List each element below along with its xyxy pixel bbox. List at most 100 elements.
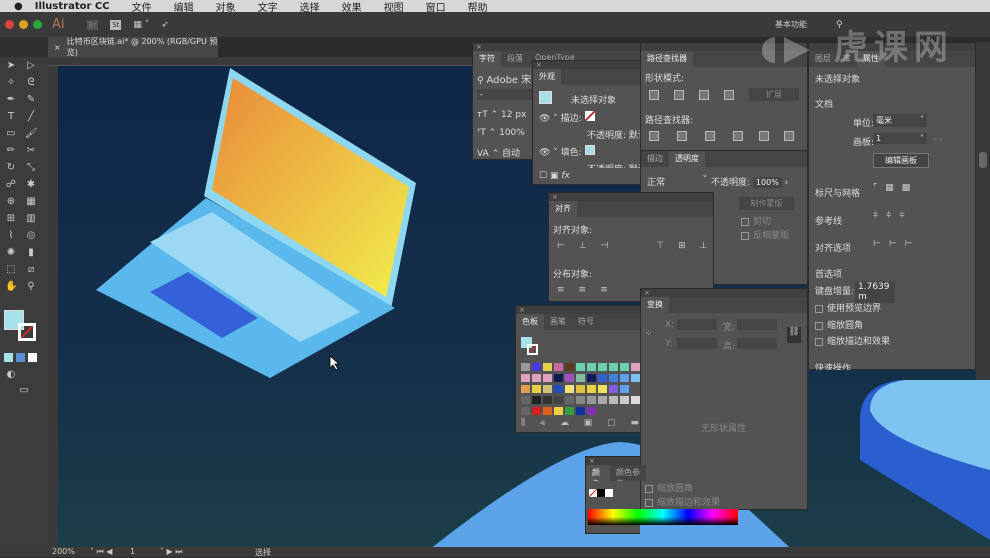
- swatch-stroke[interactable]: [527, 344, 538, 355]
- fx-icon[interactable]: fx: [561, 171, 570, 181]
- warp-icon[interactable]: ☍: [5, 179, 17, 191]
- menu-view[interactable]: 视图: [384, 0, 404, 13]
- artboard-nav-arrows[interactable]: ‹ ›: [933, 135, 943, 145]
- swatch-library-buttons[interactable]: ⫼ ⪡ ☁ ▣ ▢ ▬: [521, 418, 645, 428]
- merge-icon[interactable]: [705, 131, 715, 141]
- selection-tool-icon[interactable]: ➤: [5, 60, 17, 72]
- swatch[interactable]: [576, 363, 585, 371]
- use-preview-bounds-checkbox[interactable]: [815, 304, 823, 313]
- constrain-proportions-icon[interactable]: ⛓: [787, 327, 801, 343]
- swatch[interactable]: [598, 396, 607, 404]
- swatch[interactable]: [532, 407, 541, 415]
- swatch[interactable]: [587, 374, 596, 382]
- close-window-button[interactable]: [5, 20, 14, 29]
- hand-tool-icon[interactable]: ✋: [5, 281, 17, 293]
- menu-window[interactable]: 窗口: [426, 0, 446, 13]
- swatch[interactable]: [609, 385, 618, 393]
- arrange-documents-icon[interactable]: ▦ ˅: [133, 20, 149, 30]
- scissors-icon[interactable]: ✂: [25, 145, 37, 157]
- swatch[interactable]: [565, 363, 574, 371]
- zoom-tool-icon[interactable]: ⚲: [25, 281, 37, 293]
- swatch[interactable]: [532, 385, 541, 393]
- reference-point-icon[interactable]: ⁘: [645, 329, 653, 339]
- distribute-buttons[interactable]: ≡≡≡: [557, 285, 622, 295]
- gpu-performance-icon[interactable]: ➶: [161, 20, 169, 30]
- swatch[interactable]: [587, 396, 596, 404]
- swatch[interactable]: [620, 396, 629, 404]
- swatch[interactable]: [565, 396, 574, 404]
- stroke-label[interactable]: 描边:: [561, 114, 582, 124]
- invert-mask-checkbox[interactable]: [741, 231, 749, 240]
- edit-artboards-button[interactable]: 编辑画板: [873, 153, 929, 168]
- swatch[interactable]: [620, 363, 629, 371]
- ruler-grid-buttons[interactable]: ⌜▦▩: [873, 183, 918, 193]
- opacity-field[interactable]: 100%: [752, 177, 782, 188]
- swatch[interactable]: [554, 396, 563, 404]
- exclude-icon[interactable]: [724, 90, 734, 100]
- maximize-window-button[interactable]: [33, 20, 42, 29]
- tab-transform[interactable]: 变换: [641, 297, 669, 313]
- swatch[interactable]: [521, 396, 530, 404]
- swatch[interactable]: [521, 363, 530, 371]
- tracking-field[interactable]: 自动: [502, 149, 520, 159]
- scale-corners-checkbox[interactable]: [645, 484, 653, 493]
- swatch[interactable]: [521, 407, 530, 415]
- keyboard-increment-field[interactable]: 1.7639 m: [855, 281, 895, 303]
- perspective-grid-icon[interactable]: ▦: [25, 196, 37, 208]
- direct-selection-tool-icon[interactable]: ▷: [25, 60, 37, 72]
- swatch[interactable]: [565, 374, 574, 382]
- zoom-level[interactable]: 200%: [52, 547, 75, 556]
- swatch[interactable]: [587, 385, 596, 393]
- document-tab[interactable]: × 比特币区块链.ai* @ 200% (RGB/GPU 预览): [48, 37, 218, 57]
- swatch[interactable]: [554, 374, 563, 382]
- opacity-arrow[interactable]: ›: [785, 178, 789, 188]
- clip-checkbox[interactable]: [741, 217, 749, 226]
- blend-mode-select[interactable]: 正常 ˅: [647, 175, 707, 188]
- crop-icon[interactable]: [733, 131, 743, 141]
- intersect-icon[interactable]: [699, 90, 709, 100]
- bridge-button[interactable]: Br: [86, 19, 99, 30]
- swatch[interactable]: [565, 385, 574, 393]
- tab-color[interactable]: 颜色: [586, 465, 610, 481]
- scale-icon[interactable]: ⤡: [25, 162, 37, 174]
- stroke-swatch[interactable]: [584, 111, 595, 121]
- artboard-number[interactable]: 1: [130, 547, 135, 556]
- swatch[interactable]: [576, 396, 585, 404]
- gradient-icon[interactable]: ▥: [25, 213, 37, 225]
- rectangle-tool-icon[interactable]: ▭: [5, 128, 17, 140]
- menu-type[interactable]: 文字: [258, 0, 278, 13]
- magic-wand-icon[interactable]: ✧: [5, 77, 17, 89]
- guide-buttons[interactable]: ⫩⫩⫩: [873, 211, 913, 221]
- swatch[interactable]: [576, 407, 585, 415]
- menu-help[interactable]: 帮助: [468, 0, 488, 13]
- panel-header[interactable]: ×: [586, 457, 640, 465]
- swatch[interactable]: [565, 407, 574, 415]
- tab-symbols[interactable]: 符号: [572, 314, 600, 330]
- swatch[interactable]: [521, 385, 530, 393]
- tab-transparency[interactable]: 透明度: [669, 151, 705, 167]
- swatch[interactable]: [576, 374, 585, 382]
- swatch[interactable]: [521, 374, 530, 382]
- zoom-dropdown-icon[interactable]: ˅ ⏮ ◀: [90, 547, 112, 557]
- stock-button[interactable]: St: [110, 19, 122, 30]
- paintbrush-icon[interactable]: 🖌: [25, 128, 38, 140]
- swatch[interactable]: [620, 385, 629, 393]
- font-family-field[interactable]: Adobe 宋: [486, 75, 531, 86]
- visibility-eye-icon[interactable]: 👁 ˅: [539, 148, 561, 158]
- swatch[interactable]: [543, 385, 552, 393]
- minus-front-icon[interactable]: [674, 90, 684, 100]
- stroke-color-swatch[interactable]: [18, 323, 36, 341]
- shape-builder-icon[interactable]: ⊕: [5, 196, 17, 208]
- swatch[interactable]: [576, 385, 585, 393]
- scale-strokes-checkbox[interactable]: [815, 337, 823, 346]
- unit-select[interactable]: 毫米 ˅: [873, 114, 927, 127]
- mesh-icon[interactable]: ⊞: [5, 213, 17, 225]
- divide-icon[interactable]: [649, 131, 659, 141]
- panel-header[interactable]: ×: [516, 306, 644, 314]
- tab-stroke[interactable]: 描边: [641, 151, 669, 167]
- puppet-warp-icon[interactable]: ✱: [25, 179, 37, 191]
- minus-back-icon[interactable]: [784, 131, 794, 141]
- swatch[interactable]: [631, 374, 640, 382]
- make-mask-button[interactable]: 制作蒙版: [739, 197, 794, 210]
- draw-mode-icon[interactable]: ◐: [5, 369, 17, 381]
